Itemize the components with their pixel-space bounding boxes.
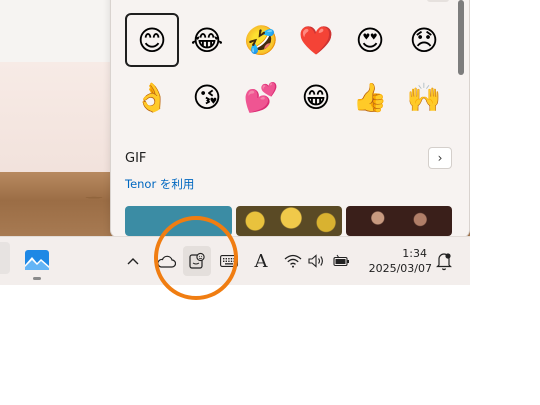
emoji-raising-hands[interactable]: 🙌: [397, 70, 451, 124]
chevron-right-icon: ›: [437, 151, 443, 165]
running-indicator: [33, 277, 41, 280]
gif-expand-button[interactable]: ›: [428, 147, 452, 169]
emoji-thumbs-up[interactable]: 👍: [343, 70, 397, 124]
desktop-wallpaper-sky: [0, 62, 110, 172]
emoji-heart-eyes[interactable]: 😍: [343, 13, 397, 67]
emoji-two-hearts[interactable]: 💕: [234, 70, 288, 124]
clipboard-smile-icon: [189, 252, 205, 269]
emoji-face-blowing-kiss[interactable]: 😘: [180, 70, 234, 124]
emoji-face-with-tears-of-joy[interactable]: 😂: [180, 13, 234, 67]
taskbar-app-edge[interactable]: [0, 242, 10, 274]
screen: GIF › Tenor を利用 A 1:34 2025/03/07 😊 😂 🤣 …: [0, 0, 470, 285]
battery-charging-icon[interactable]: [332, 250, 352, 272]
bell-icon: [436, 253, 452, 271]
gif-section-label: GIF: [125, 151, 147, 166]
notification-center-button[interactable]: [435, 250, 455, 272]
keyboard-icon: [220, 255, 238, 267]
emoji-red-heart[interactable]: ❤️: [289, 13, 343, 67]
show-hidden-icons-button[interactable]: [124, 250, 142, 272]
chevron-up-icon: [127, 258, 139, 265]
gif-thumbnail[interactable]: [236, 206, 342, 236]
emoji-panel-tab-edge[interactable]: [427, 0, 449, 2]
emoji-disappointed-face[interactable]: 😞: [397, 13, 451, 67]
taskbar-photos-app[interactable]: [24, 248, 50, 272]
tenor-link[interactable]: Tenor を利用: [125, 176, 194, 192]
gif-thumbnail[interactable]: [125, 206, 232, 236]
gif-thumbnail[interactable]: [346, 206, 452, 236]
onedrive-tray-button[interactable]: [154, 250, 178, 272]
system-clock[interactable]: 1:34 2025/03/07: [360, 246, 432, 276]
emoji-panel-scrollbar[interactable]: [458, 0, 464, 75]
touch-keyboard-button[interactable]: [218, 250, 240, 272]
emoji-ok-hand[interactable]: 👌: [125, 70, 179, 124]
photos-icon: [25, 250, 49, 270]
emoji-smiling-face[interactable]: 😊: [125, 13, 179, 67]
cloud-icon: [157, 255, 176, 268]
background-window: [0, 0, 110, 62]
emoji-beaming-face[interactable]: 😁: [289, 70, 343, 124]
emoji-panel-tray-button[interactable]: [183, 246, 211, 276]
ime-mode-button[interactable]: A: [252, 250, 270, 272]
volume-icon[interactable]: [307, 250, 327, 272]
clock-date: 2025/03/07: [368, 262, 432, 275]
emoji-rolling-on-floor-laughing[interactable]: 🤣: [234, 13, 288, 67]
wifi-icon[interactable]: [283, 250, 303, 272]
clock-time: 1:34: [402, 247, 427, 260]
